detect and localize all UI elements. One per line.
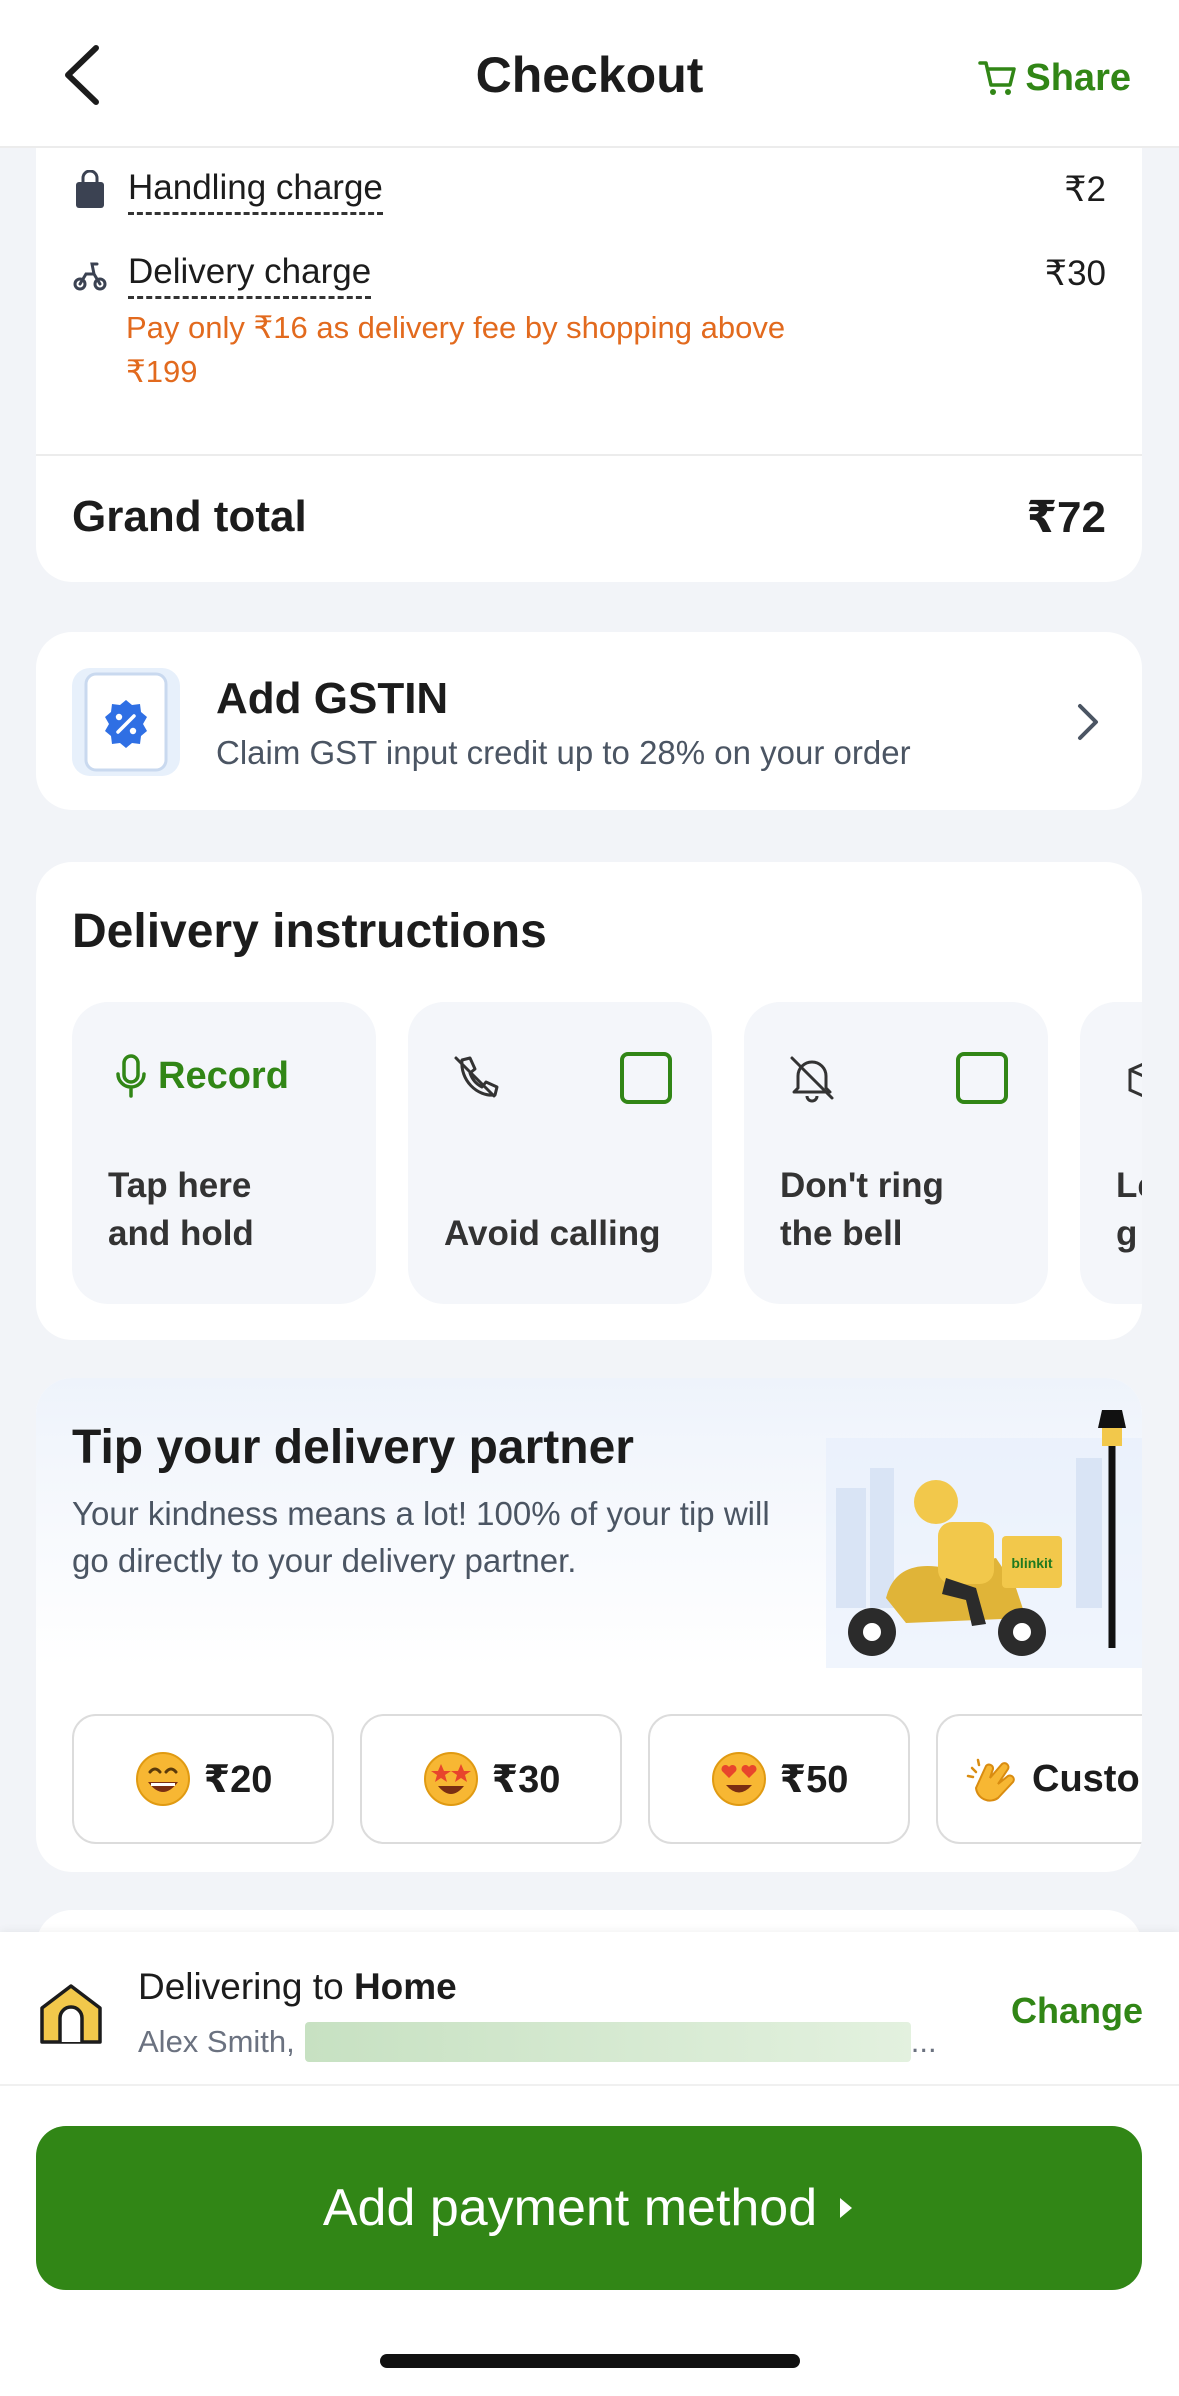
cart-icon	[978, 61, 1017, 95]
avoid-calling-checkbox[interactable]	[620, 1052, 672, 1104]
instruction-label: Don't ring the bell	[780, 1166, 944, 1253]
back-button[interactable]	[52, 40, 112, 110]
address-detail: Alex Smith, ...	[138, 2022, 937, 2062]
instruction-avoid-calling-tile[interactable]: Avoid calling	[408, 1002, 712, 1304]
handling-charge-row: Handling charge ₹2	[72, 168, 1106, 215]
tip-option-20[interactable]: ₹20	[72, 1714, 334, 1844]
phone-off-icon	[454, 1056, 499, 1098]
grinning-emoji-icon	[135, 1752, 190, 1806]
scooter-icon	[73, 262, 107, 291]
chevron-left-icon	[65, 45, 99, 105]
tip-option-custom[interactable]: Custo	[936, 1714, 1142, 1844]
instruction-dont-ring-bell-tile[interactable]: Don't ring the bell	[744, 1002, 1048, 1304]
tip-option-30[interactable]: ₹30	[360, 1714, 622, 1844]
tip-amount-label: Custo	[1032, 1757, 1140, 1800]
instruction-label: Le g	[1116, 1166, 1142, 1253]
chevron-right-icon	[1078, 704, 1098, 740]
delivery-scooter-illustration: blinkit	[826, 1410, 1142, 1668]
delivery-instructions-title: Delivery instructions	[72, 905, 547, 958]
checkout-footer: Delivering to Home Alex Smith, ... Chang…	[0, 1932, 1179, 2396]
payment-button-label: Add payment method	[322, 2179, 818, 2237]
bag-icon	[76, 170, 104, 208]
instruction-record-tile[interactable]: Record Tap here and hold	[72, 1002, 376, 1304]
address-place: Home	[353, 1966, 457, 2007]
gst-badge-icon	[72, 668, 180, 776]
delivery-charge-amount: ₹30	[1044, 254, 1106, 293]
heart-eyes-emoji-icon	[711, 1752, 766, 1806]
share-button[interactable]: Share	[977, 52, 1131, 104]
handling-charge-label[interactable]: Handling charge	[128, 168, 383, 215]
tip-card: Tip your delivery partner Your kindness …	[36, 1378, 1142, 1872]
share-label: Share	[1025, 56, 1131, 99]
instruction-label: Tap here and hold	[108, 1166, 254, 1253]
clapping-hands-icon	[966, 1758, 1015, 1802]
dont-ring-bell-checkbox[interactable]	[956, 1052, 1008, 1104]
delivery-charge-label[interactable]: Delivery charge	[128, 252, 372, 299]
delivery-address-row: Delivering to Home Alex Smith, ... Chang…	[0, 1932, 1179, 2086]
instruction-label: Avoid calling	[444, 1214, 661, 1253]
add-gstin-card[interactable]: Add GSTIN Claim GST input credit up to 2…	[36, 632, 1142, 810]
home-indicator	[380, 2354, 800, 2368]
tip-option-50[interactable]: ₹50	[648, 1714, 910, 1844]
add-payment-method-button[interactable]: Add payment method	[36, 2126, 1142, 2290]
tip-amount-label: ₹50	[779, 1758, 849, 1801]
gstin-title: Add GSTIN	[216, 674, 449, 723]
instruction-leave-tile[interactable]: Le g	[1080, 1002, 1142, 1304]
package-icon	[1128, 1063, 1142, 1097]
microphone-icon	[116, 1054, 146, 1098]
change-address-button[interactable]: Change	[1011, 1990, 1143, 2032]
address-ellipsis: ...	[910, 2024, 937, 2059]
handling-charge-amount: ₹2	[1064, 170, 1106, 209]
bell-off-icon	[790, 1056, 834, 1103]
home-icon	[40, 1984, 102, 2044]
delivery-instructions-card: Delivery instructions Record Tap here an…	[36, 862, 1142, 1340]
record-button[interactable]: Record	[114, 1054, 289, 1098]
delivery-charge-row: Delivery charge ₹30	[72, 252, 1106, 299]
record-label: Record	[158, 1054, 289, 1097]
address-name: Alex Smith,	[138, 2024, 295, 2059]
delivery-fee-promo: Pay only ₹16 as delivery fee by shopping…	[126, 310, 786, 389]
divider	[36, 454, 1142, 456]
gstin-subtitle: Claim GST input credit up to 28% on your…	[216, 734, 911, 771]
grand-total-label: Grand total	[72, 492, 307, 541]
header: Checkout Share	[0, 0, 1179, 148]
bill-details-card: Handling charge ₹2 Delivery charge ₹30 P…	[36, 120, 1142, 582]
tip-amount-label: ₹20	[203, 1758, 273, 1801]
star-eyes-emoji-icon	[423, 1752, 478, 1806]
delivering-to-prefix: Delivering to	[138, 1966, 354, 2007]
tip-title: Tip your delivery partner	[72, 1421, 634, 1474]
grand-total-amount: ₹72	[1026, 493, 1106, 542]
tip-description: Your kindness means a lot! 100% of your …	[72, 1495, 770, 1579]
redacted-address	[304, 2022, 911, 2062]
caret-right-icon	[840, 2198, 853, 2218]
tip-amount-label: ₹30	[491, 1758, 561, 1801]
blinkit-box-text: blinkit	[1011, 1555, 1053, 1571]
delivering-to-text: Delivering to Home	[138, 1966, 457, 2008]
